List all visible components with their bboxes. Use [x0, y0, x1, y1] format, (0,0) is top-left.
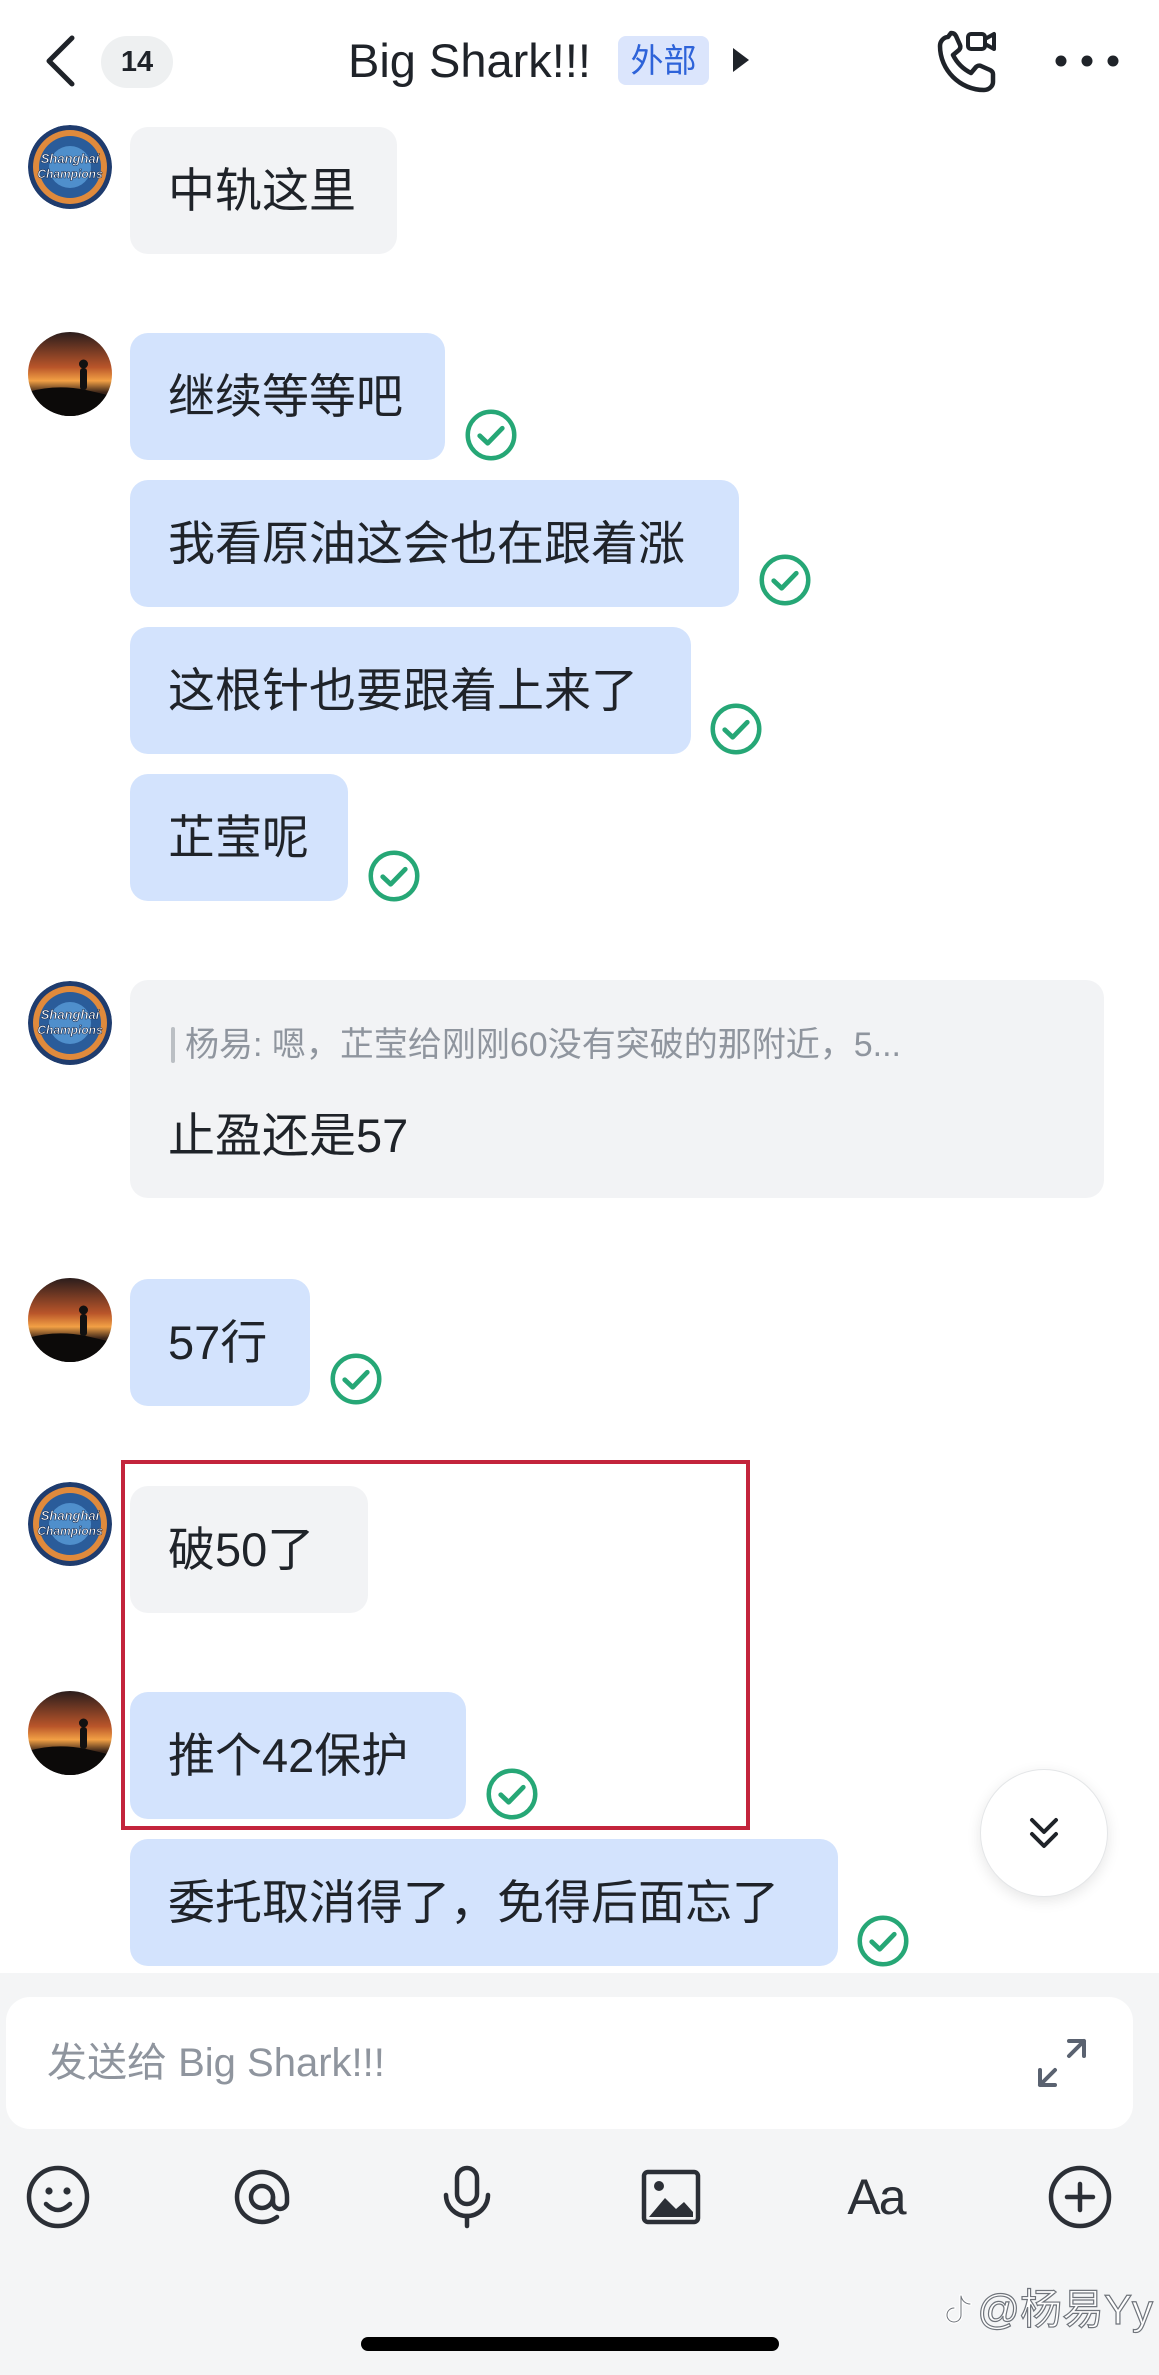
watermark: @杨易Yy [943, 2284, 1154, 2336]
emoji-icon [26, 2165, 90, 2229]
message-bubble[interactable]: 中轨这里 [130, 127, 397, 254]
read-check-icon [329, 1352, 383, 1406]
read-check-icon [856, 1914, 910, 1968]
chevron-left-icon [46, 35, 75, 87]
chat-title[interactable]: Big Shark!!! [348, 33, 591, 89]
image-icon [641, 2169, 701, 2225]
self-avatar[interactable] [28, 1278, 112, 1362]
read-check-icon [367, 849, 421, 903]
svg-text:Shanghai: Shanghai [41, 151, 100, 166]
microphone-icon [443, 2165, 491, 2229]
sunset-photo-avatar [28, 1278, 112, 1362]
read-check-icon [485, 1767, 539, 1821]
svg-text:Champions: Champions [37, 167, 103, 181]
mention-button[interactable] [227, 2162, 297, 2232]
message-bubble[interactable]: 57行 [130, 1279, 310, 1406]
home-indicator [361, 2337, 779, 2351]
contact-avatar[interactable]: Shanghai Champions [28, 125, 112, 209]
external-tag: 外部 [618, 36, 709, 85]
svg-text:Champions: Champions [37, 1524, 103, 1538]
at-mention-icon [234, 2169, 290, 2225]
image-button[interactable] [636, 2162, 706, 2232]
scroll-to-bottom-button[interactable] [980, 1769, 1108, 1897]
platform-logo-icon [945, 2294, 973, 2324]
read-check-icon [464, 408, 518, 462]
shanghai-champions-logo: Shanghai Champions [28, 981, 112, 1065]
more-icon [1055, 55, 1119, 67]
text-format-button[interactable]: Aa [836, 2167, 916, 2227]
message-text: 止盈还是57 [168, 1109, 409, 1162]
message-bubble[interactable]: 芷莹呢 [130, 774, 348, 901]
read-check-icon [758, 553, 812, 607]
message-input[interactable] [45, 1997, 1005, 2129]
caret-right-icon [733, 48, 749, 72]
contact-avatar[interactable]: Shanghai Champions [28, 1482, 112, 1566]
self-avatar[interactable] [28, 1691, 112, 1775]
message-bubble[interactable]: 这根针也要跟着上来了 [130, 627, 691, 754]
expand-arrows-icon [1038, 2039, 1086, 2087]
unread-count-badge: 14 [101, 36, 173, 88]
sunset-photo-avatar [28, 332, 112, 416]
phone-video-call-icon [937, 30, 996, 93]
quoted-message[interactable]: 杨易: 嗯，芷莹给刚刚60没有突破的那附近，5... [185, 1020, 1084, 1070]
shanghai-champions-logo: Shanghai Champions [28, 125, 112, 209]
chat-header: 14 Big Shark!!! 外部 [0, 0, 1159, 121]
voice-button[interactable] [432, 2162, 502, 2232]
message-input-box[interactable] [6, 1997, 1133, 2129]
message-bubble[interactable]: 继续等等吧 [130, 333, 445, 460]
emoji-button[interactable] [23, 2162, 93, 2232]
expand-composer-button[interactable] [1033, 2034, 1091, 2092]
message-bubble[interactable]: 推个42保护 [130, 1692, 466, 1819]
watermark-text: @杨易Yy [977, 2285, 1154, 2333]
svg-text:Shanghai: Shanghai [41, 1007, 100, 1022]
more-actions-button[interactable] [1045, 2162, 1115, 2232]
more-button[interactable] [1053, 50, 1121, 72]
call-button[interactable] [934, 29, 1000, 95]
plus-circle-icon [1048, 2165, 1112, 2229]
svg-text:Shanghai: Shanghai [41, 1508, 100, 1523]
message-bubble[interactable]: 我看原油这会也在跟着涨 [130, 480, 739, 607]
sunset-photo-avatar [28, 1691, 112, 1775]
message-bubble[interactable]: 破50了 [130, 1486, 368, 1613]
self-avatar[interactable] [28, 332, 112, 416]
double-chevron-down-icon [1030, 1818, 1058, 1848]
svg-text:Champions: Champions [37, 1023, 103, 1037]
chat-info-toggle[interactable] [731, 46, 751, 74]
quote-reply-bubble[interactable]: 杨易: 嗯，芷莹给刚刚60没有突破的那附近，5... 止盈还是57 [130, 980, 1104, 1198]
read-check-icon [709, 702, 763, 756]
shanghai-champions-logo: Shanghai Champions [28, 1482, 112, 1566]
quote-bar [171, 1027, 175, 1063]
message-bubble[interactable]: 委托取消得了，免得后面忘了 [130, 1839, 838, 1966]
contact-avatar[interactable]: Shanghai Champions [28, 981, 112, 1065]
back-button[interactable] [36, 30, 88, 92]
